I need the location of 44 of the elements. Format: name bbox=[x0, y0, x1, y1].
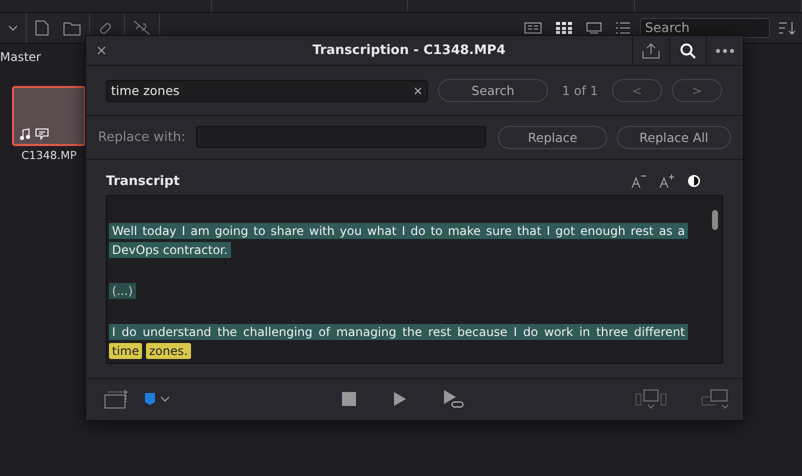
caret-down-icon[interactable] bbox=[8, 25, 18, 31]
import-file-icon[interactable] bbox=[35, 20, 49, 36]
find-field[interactable]: time zones bbox=[106, 80, 428, 102]
caption-icon bbox=[35, 128, 49, 140]
metadata-view-icon[interactable] bbox=[524, 22, 542, 34]
contrast-icon[interactable] bbox=[687, 174, 701, 188]
stop-icon[interactable] bbox=[342, 392, 356, 406]
match-count: 1 of 1 bbox=[561, 83, 599, 98]
search-icon bbox=[680, 42, 696, 58]
clip-thumbnail[interactable] bbox=[12, 86, 86, 146]
dialog-title: Transcription - C1348.MP4 bbox=[312, 43, 506, 58]
transcript-paragraph: Well today I am going to share with you what I do to make sure that I got enough rest as a DevOps contractor. bbox=[109, 222, 688, 260]
more-icon bbox=[716, 48, 734, 52]
marker-icon bbox=[144, 392, 156, 406]
thumbnail-view-icon[interactable] bbox=[586, 22, 602, 34]
transcript-paragraph: I do understand the challenging of managing the rest because I do work in three different time zones. bbox=[109, 322, 688, 361]
folder-icon[interactable] bbox=[63, 20, 81, 36]
play-icon[interactable] bbox=[394, 392, 406, 406]
grid-view-icon[interactable] bbox=[556, 22, 572, 34]
unlink-icon[interactable] bbox=[133, 20, 151, 36]
replace-field[interactable] bbox=[196, 126, 486, 148]
replace-label: Replace with: bbox=[98, 130, 186, 145]
close-icon bbox=[96, 46, 106, 55]
marker-dropdown[interactable] bbox=[144, 392, 170, 406]
close-icon bbox=[414, 86, 422, 95]
decrease-font-icon[interactable] bbox=[631, 174, 647, 188]
music-note-icon bbox=[20, 128, 30, 140]
list-view-icon[interactable] bbox=[616, 22, 630, 34]
replace-button[interactable]: Replace bbox=[498, 126, 607, 149]
monitor-icon[interactable] bbox=[635, 389, 667, 410]
transcript-heading: Transcript bbox=[106, 174, 181, 189]
play-loop-icon[interactable] bbox=[444, 390, 464, 408]
search-text-button[interactable]: Search bbox=[438, 79, 548, 102]
sort-icon[interactable] bbox=[778, 21, 796, 35]
clip-name: C1348.MP bbox=[21, 149, 77, 162]
clear-button[interactable] bbox=[412, 84, 424, 97]
sync-clip-icon[interactable] bbox=[104, 389, 130, 410]
replace-all-button[interactable]: Replace All bbox=[616, 126, 731, 149]
monitor-icon[interactable] bbox=[701, 389, 729, 410]
scrollbar-thumb[interactable] bbox=[712, 210, 718, 230]
export-icon bbox=[642, 42, 660, 58]
caret-down-icon bbox=[160, 396, 170, 402]
increase-font-icon[interactable] bbox=[659, 174, 675, 188]
bin-label: Master bbox=[0, 50, 41, 64]
